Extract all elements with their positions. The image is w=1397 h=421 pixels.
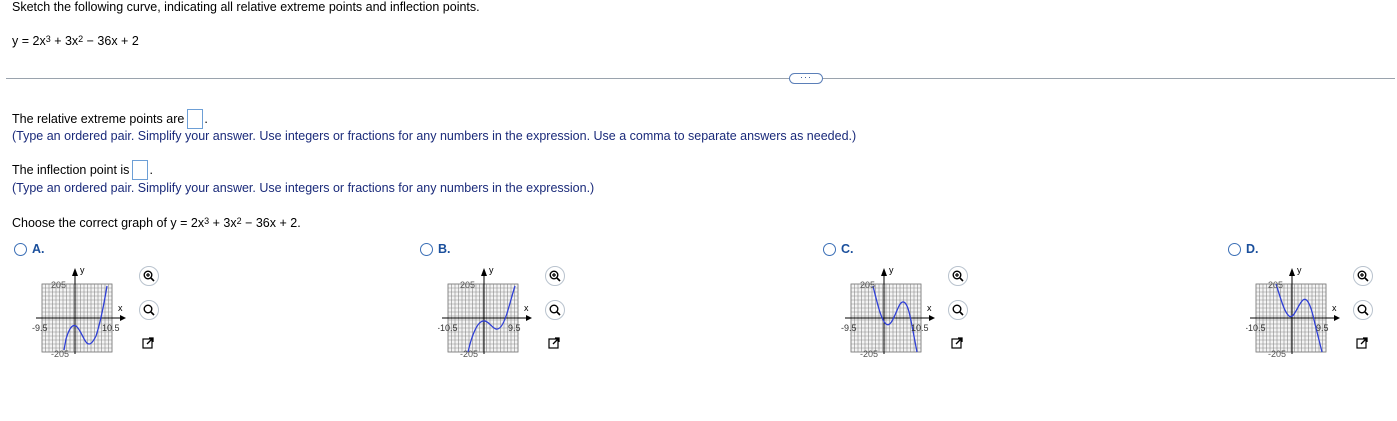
zoom-in-icon[interactable] [948,266,968,286]
radio-button[interactable] [14,242,27,256]
y-axis-label: y [80,265,85,275]
x-min-label: -9.5 [32,323,48,333]
x-max-label: 10.5 [102,323,120,333]
option-d-choice[interactable]: D. [1228,242,1259,256]
extreme-points-question: The relative extreme points are. [12,109,208,129]
option-b-choice[interactable]: B. [420,242,451,256]
choose-graph-question: Choose the correct graph of y = 2x3 + 3x… [12,216,301,230]
option-b-graph[interactable]: y x 205 -205 -10.5 9.5 [437,264,548,363]
y-min-label: -205 [460,349,478,358]
question-prompt: Sketch the following curve, indicating a… [12,0,480,14]
option-letter: A. [32,242,45,256]
equation: y = 2x3 + 3x2 − 36x + 2 [12,34,139,48]
open-external-icon[interactable] [545,334,563,352]
equation-exponent: 2 [78,34,84,44]
equation-exponent: 3 [45,34,51,44]
y-max-label: 205 [51,280,66,290]
x-min-label: -9.5 [841,323,857,333]
radio-button[interactable] [823,242,836,256]
choose-part: + 3x [209,216,237,230]
option-a-choice[interactable]: A. [14,242,45,256]
extreme-points-label: The relative extreme points are [12,112,185,126]
choose-exponent: 2 [236,216,242,226]
x-axis-label: x [1332,303,1337,313]
x-max-label: 9.5 [508,323,521,333]
choose-part: − 36x + 2. [241,216,301,230]
inflection-point-label: The inflection point is [12,163,130,177]
equation-part: y = 2x [12,34,46,48]
open-external-icon[interactable] [1353,334,1371,352]
open-external-icon[interactable] [948,334,966,352]
x-axis-label: x [524,303,529,313]
option-a-graph[interactable]: y x 205 -205 -9.5 10.5 [32,264,142,363]
graph-canvas: y x 205 -205 -9.5 10.5 [841,265,935,359]
x-min-label: -10.5 [438,323,458,333]
inflection-point-hint: (Type an ordered pair. Simplify your ans… [12,181,595,195]
inflection-point-question: The inflection point is. [12,160,153,180]
y-max-label: 205 [460,280,475,290]
expand-more-button[interactable]: ··· [789,73,823,84]
x-axis-label: x [118,303,123,313]
radio-button[interactable] [420,242,433,256]
y-min-label: -205 [860,349,878,358]
graph-canvas: y x 205 -205 -10.5 9.5 [437,265,532,359]
x-min-label: -10.5 [1246,323,1266,333]
x-axis-label: x [927,303,932,313]
y-min-label: -205 [1268,349,1286,358]
zoom-in-icon[interactable] [545,266,565,286]
zoom-out-icon[interactable] [1353,300,1373,320]
open-external-icon[interactable] [139,334,157,352]
option-d-graph[interactable]: y x 205 -205 -10.5 9.5 [1245,264,1356,363]
graph-canvas: y x 205 -205 -9.5 10.5 [32,265,126,359]
y-axis-label: y [889,265,894,275]
y-max-label: 205 [860,280,875,290]
extreme-points-input[interactable] [187,109,204,129]
equation-part: + 3x [50,34,79,48]
radio-button[interactable] [1228,242,1241,256]
section-divider [6,78,1395,79]
graph-canvas: y x 205 -205 -10.5 9.5 [1245,265,1340,359]
option-letter: C. [841,242,854,256]
zoom-in-icon[interactable] [139,266,159,286]
option-c-choice[interactable]: C. [823,242,854,256]
option-letter: B. [438,242,451,256]
option-letter: D. [1246,242,1259,256]
y-min-label: -205 [51,349,69,358]
zoom-in-icon[interactable] [1353,266,1373,286]
choose-exponent: 3 [204,216,210,226]
y-axis-label: y [1297,265,1302,275]
zoom-out-icon[interactable] [545,300,565,320]
zoom-out-icon[interactable] [948,300,968,320]
zoom-out-icon[interactable] [139,300,159,320]
extreme-points-hint: (Type an ordered pair. Simplify your ans… [12,129,857,143]
x-max-label: 10.5 [911,323,929,333]
choose-part: Choose the correct graph of y = 2x [12,216,205,230]
x-max-label: 9.5 [1316,323,1329,333]
y-axis-label: y [489,265,494,275]
y-max-label: 205 [1268,280,1283,290]
inflection-point-input[interactable] [132,160,149,180]
option-c-graph[interactable]: y x 205 -205 -9.5 10.5 [841,264,951,363]
equation-part: − 36x + 2 [83,34,139,48]
